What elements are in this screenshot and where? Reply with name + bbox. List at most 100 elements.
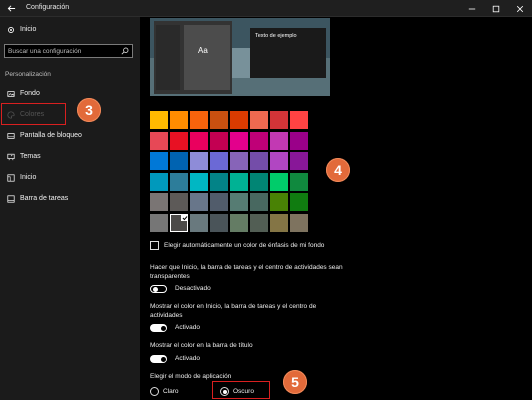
back-arrow-icon [7, 5, 15, 12]
title-bar: Configuración [0, 0, 532, 17]
search-input[interactable] [8, 45, 118, 57]
color-swatch[interactable] [210, 193, 228, 212]
sidebar-item-home[interactable]: Inicio [0, 22, 140, 38]
colors-highlight-box [1, 103, 66, 125]
color-swatch[interactable] [250, 214, 268, 232]
sidebar-item-taskbar[interactable]: Barra de tareas [0, 191, 140, 207]
color-swatch[interactable] [190, 111, 208, 129]
toggle-knob [160, 325, 166, 331]
color-swatch[interactable] [150, 172, 168, 191]
color-swatch[interactable] [170, 152, 188, 171]
transparency-state: Desactivado [175, 285, 211, 292]
color-swatch[interactable] [150, 193, 168, 212]
color-swatch[interactable] [170, 111, 188, 129]
color-swatch[interactable] [250, 152, 268, 171]
start-color-state: Activado [175, 324, 200, 331]
dark-mode-highlight-box [212, 381, 270, 399]
sidebar-item-label: Inicio [20, 26, 37, 33]
color-swatch[interactable] [270, 111, 288, 129]
color-swatch[interactable] [210, 111, 228, 129]
color-swatch[interactable] [270, 172, 288, 191]
color-swatch[interactable] [230, 111, 248, 129]
titlebar-color-toggle[interactable] [150, 355, 167, 363]
color-swatch[interactable] [170, 172, 188, 191]
transparency-label: Hacer que Inicio, la barra de tareas y e… [150, 264, 343, 271]
color-swatch[interactable] [190, 172, 208, 191]
color-swatch[interactable] [150, 131, 168, 150]
sidebar-item-background[interactable]: Fondo [0, 86, 140, 102]
color-swatch[interactable] [190, 193, 208, 212]
step-3-badge: 3 [77, 98, 101, 122]
titlebar-color-state: Activado [175, 355, 200, 362]
color-swatch[interactable] [250, 193, 268, 212]
image-icon [7, 90, 15, 98]
back-button[interactable] [0, 0, 22, 17]
maximize-button[interactable] [484, 0, 508, 17]
section-label: Personalización [5, 71, 51, 78]
color-swatch[interactable] [150, 111, 168, 129]
window-title: Configuración [26, 4, 70, 11]
preview-start-list [156, 25, 180, 90]
color-swatch[interactable] [210, 131, 228, 150]
preview-window-text: Texto de ejemplo [255, 33, 297, 39]
color-swatch[interactable] [150, 152, 168, 171]
color-swatch[interactable] [170, 131, 188, 150]
sidebar-item-label: Fondo [20, 90, 40, 97]
sidebar-item-label: Temas [20, 153, 41, 160]
color-swatch[interactable] [190, 214, 208, 232]
close-icon [516, 5, 524, 12]
color-swatch[interactable] [270, 152, 288, 171]
start-color-label-cont: actividades [150, 312, 183, 319]
color-swatch[interactable] [290, 111, 308, 129]
mode-light-label: Claro [163, 388, 179, 395]
color-swatch[interactable] [290, 214, 308, 232]
start-color-label: Mostrar el color en Inicio, la barra de … [150, 303, 317, 310]
color-swatch[interactable] [270, 193, 288, 212]
color-swatch[interactable] [270, 131, 288, 150]
color-swatch[interactable] [250, 172, 268, 191]
toggle-knob [152, 286, 158, 292]
color-swatch[interactable] [290, 193, 308, 212]
color-swatch[interactable] [270, 214, 288, 232]
color-swatch[interactable] [210, 214, 228, 232]
start-color-toggle[interactable] [150, 324, 167, 332]
color-swatch[interactable] [170, 193, 188, 212]
color-swatch[interactable] [250, 111, 268, 129]
color-swatch[interactable] [210, 152, 228, 171]
main-content: Aa Texto de ejemplo Elegir automáticamen… [140, 17, 532, 400]
step-4-badge: 4 [326, 158, 350, 182]
toggle-knob [160, 356, 166, 362]
color-swatch[interactable] [230, 172, 248, 191]
mode-light-radio[interactable] [150, 387, 159, 396]
sidebar: Inicio Personalización Fondo Colores Pan… [0, 17, 140, 400]
color-swatch[interactable] [290, 172, 308, 191]
start-icon [7, 174, 15, 182]
color-swatch[interactable] [230, 152, 248, 171]
sidebar-item-start[interactable]: Inicio [0, 170, 140, 186]
color-swatch[interactable] [190, 131, 208, 150]
color-swatch[interactable] [230, 214, 248, 232]
auto-accent-label: Elegir automáticamente un color de énfas… [164, 242, 325, 249]
app-mode-label: Elegir el modo de aplicación [150, 373, 232, 380]
titlebar-color-label: Mostrar el color en la barra de título [150, 342, 253, 349]
color-swatch[interactable] [290, 152, 308, 171]
minimize-button[interactable] [460, 0, 484, 17]
color-swatch[interactable] [230, 193, 248, 212]
auto-accent-checkbox[interactable] [150, 241, 159, 250]
sidebar-item-themes[interactable]: Temas [0, 149, 140, 165]
color-swatch[interactable] [230, 131, 248, 150]
sidebar-item-lock-screen[interactable]: Pantalla de bloqueo [0, 128, 140, 144]
sidebar-item-label: Pantalla de bloqueo [20, 132, 82, 139]
transparency-toggle[interactable] [150, 285, 167, 293]
color-swatch[interactable] [210, 172, 228, 191]
color-swatch[interactable] [290, 131, 308, 150]
color-swatch[interactable] [250, 131, 268, 150]
search-icon [121, 47, 129, 55]
color-swatch[interactable] [170, 214, 188, 232]
color-swatch[interactable] [190, 152, 208, 171]
gear-icon [7, 26, 15, 34]
color-swatch[interactable] [150, 214, 168, 232]
search-box[interactable] [4, 44, 133, 58]
close-button[interactable] [508, 0, 532, 17]
accent-color-grid [150, 111, 312, 235]
